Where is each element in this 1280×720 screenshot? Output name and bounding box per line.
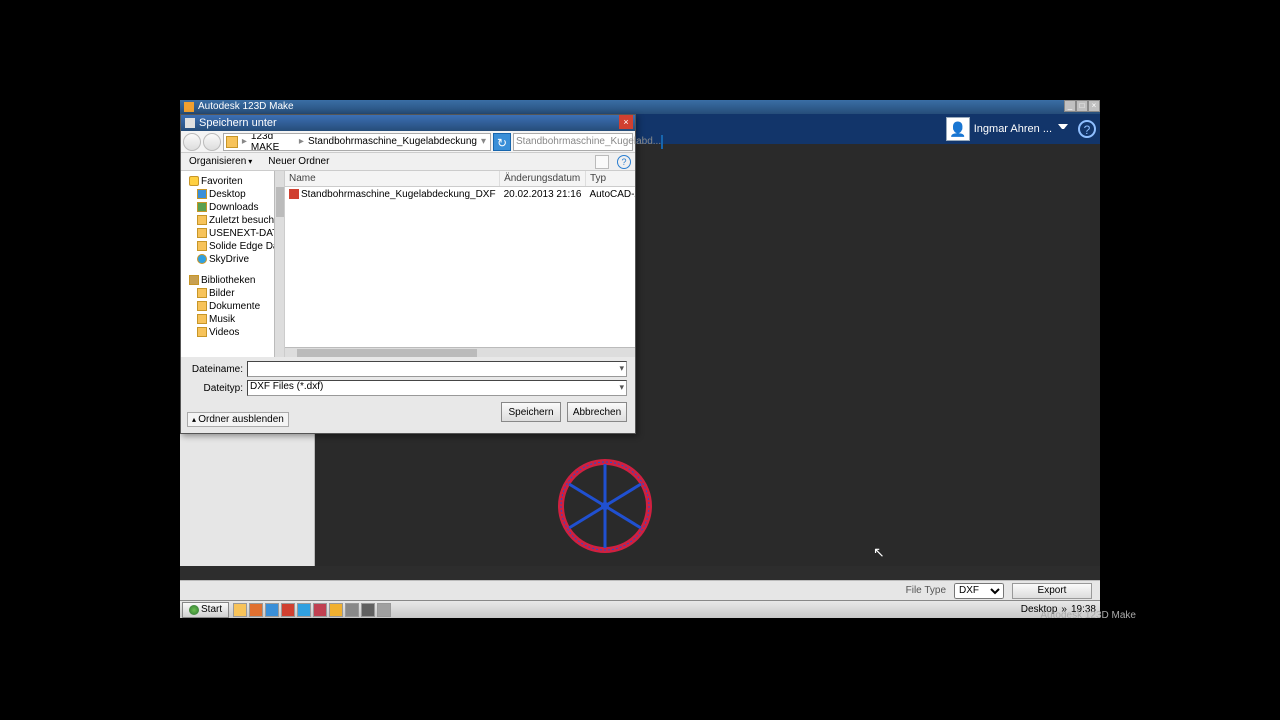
quicklaunch-item-7[interactable] [345, 603, 359, 617]
start-label: Start [201, 604, 222, 615]
file-icon [289, 189, 299, 199]
nav-forward-button[interactable] [203, 133, 221, 151]
app-footer: File Type DXF Export [180, 580, 1100, 600]
quicklaunch-item-6[interactable] [329, 603, 343, 617]
filename-input[interactable] [247, 361, 627, 377]
refresh-button[interactable]: ↻ [493, 133, 511, 151]
app-title: Autodesk 123D Make [198, 100, 294, 114]
maximize-button[interactable]: □ [1076, 100, 1088, 112]
dialog-close-button[interactable]: × [619, 115, 633, 129]
wheel-preview [555, 456, 655, 556]
quicklaunch-item-3[interactable] [281, 603, 295, 617]
tree-usenext[interactable]: USENEXT-DATEN [185, 227, 284, 240]
dialog-titlebar[interactable]: Speichern unter × [181, 115, 635, 131]
dialog-icon [185, 118, 195, 128]
tree-desktop[interactable]: Desktop [185, 188, 284, 201]
col-name[interactable]: Name [285, 171, 500, 187]
quicklaunch-item-0[interactable] [233, 603, 247, 617]
dialog-help-button[interactable]: ? [617, 155, 631, 169]
app-icon [184, 102, 194, 112]
tree-skydrive[interactable]: SkyDrive [185, 253, 284, 266]
tree-videos[interactable]: Videos [185, 326, 284, 339]
quicklaunch-item-8[interactable] [361, 603, 375, 617]
app-titlebar[interactable]: Autodesk 123D Make _ □ × [180, 100, 1100, 114]
dialog-nav: ▸ 123d MAKE ▸ Standbohrmaschine_Kugelabd… [181, 131, 635, 153]
start-orb-icon [189, 605, 199, 615]
folder-tree[interactable]: Favoriten Desktop Downloads Zuletzt besu… [181, 171, 285, 357]
save-button[interactable]: Speichern [501, 402, 561, 422]
view-button[interactable] [595, 155, 609, 169]
save-as-dialog: Speichern unter × ▸ 123d MAKE ▸ Standboh… [180, 114, 636, 434]
tree-downloads[interactable]: Downloads [185, 201, 284, 214]
cancel-button[interactable]: Abbrechen [567, 402, 627, 422]
dialog-toolbar: Organisieren Neuer Ordner ? [181, 153, 635, 171]
help-button[interactable]: ? [1078, 120, 1096, 138]
organize-button[interactable]: Organisieren [185, 156, 256, 167]
start-button[interactable]: Start [182, 602, 229, 618]
minimize-button[interactable]: _ [1064, 100, 1076, 112]
tree-solidedge[interactable]: Solide Edge Dateien [185, 240, 284, 253]
chevron-down-icon [1058, 124, 1068, 134]
tree-documents[interactable]: Dokumente [185, 300, 284, 313]
tree-scrollbar[interactable] [274, 171, 284, 357]
quicklaunch-item-9[interactable] [377, 603, 391, 617]
tree-music[interactable]: Musik [185, 313, 284, 326]
nav-back-button[interactable] [183, 133, 201, 151]
user-menu[interactable]: 👤 Ingmar Ahren ... [946, 117, 1074, 141]
filename-label: Dateiname: [189, 364, 247, 375]
folder-icon [226, 136, 238, 148]
search-box[interactable]: Standbohrmaschine_Kugelabd... [513, 133, 633, 151]
user-name: Ingmar Ahren ... [974, 123, 1052, 135]
quicklaunch-item-5[interactable] [313, 603, 327, 617]
tooltip: Autodesk 123D Make [1040, 610, 1136, 621]
path-seg-0[interactable]: 123d MAKE [249, 133, 297, 151]
quicklaunch-item-2[interactable] [265, 603, 279, 617]
tree-libraries[interactable]: Bibliotheken [185, 274, 284, 287]
file-row[interactable]: Standbohrmaschine_Kugelabdeckung_DXF 20.… [285, 187, 635, 203]
col-type[interactable]: Typ [585, 171, 635, 187]
filetype-label: Dateityp: [189, 383, 247, 394]
taskbar: Start Desktop » 19:38 [180, 600, 1100, 618]
cursor-icon: ↖ [873, 544, 885, 561]
tree-favorites[interactable]: Favoriten [185, 175, 284, 188]
quicklaunch-item-1[interactable] [249, 603, 263, 617]
quicklaunch-item-4[interactable] [297, 603, 311, 617]
file-list[interactable]: Name Änderungsdatum Typ Standbohrmaschin… [285, 171, 635, 357]
tree-recent[interactable]: Zuletzt besucht [185, 214, 284, 227]
dialog-bottom: Dateiname: Dateityp: DXF Files (*.dxf) S… [181, 357, 635, 433]
file-type-select[interactable]: DXF [954, 583, 1004, 599]
hide-folders-button[interactable]: Ordner ausblenden [187, 412, 289, 427]
export-button[interactable]: Export [1012, 583, 1092, 599]
search-placeholder: Standbohrmaschine_Kugelabd... [516, 136, 661, 147]
list-hscrollbar[interactable] [285, 347, 635, 357]
close-button[interactable]: × [1088, 100, 1100, 112]
filetype-select[interactable]: DXF Files (*.dxf) [247, 380, 627, 396]
tree-pictures[interactable]: Bilder [185, 287, 284, 300]
col-date[interactable]: Änderungsdatum [500, 171, 586, 187]
new-folder-button[interactable]: Neuer Ordner [264, 156, 333, 167]
file-type-label: File Type [906, 585, 946, 596]
avatar: 👤 [946, 117, 970, 141]
dialog-title: Speichern unter [199, 117, 277, 129]
search-icon[interactable] [661, 135, 663, 149]
path-box[interactable]: ▸ 123d MAKE ▸ Standbohrmaschine_Kugelabd… [223, 133, 491, 151]
path-seg-1[interactable]: Standbohrmaschine_Kugelabdeckung [306, 136, 479, 147]
